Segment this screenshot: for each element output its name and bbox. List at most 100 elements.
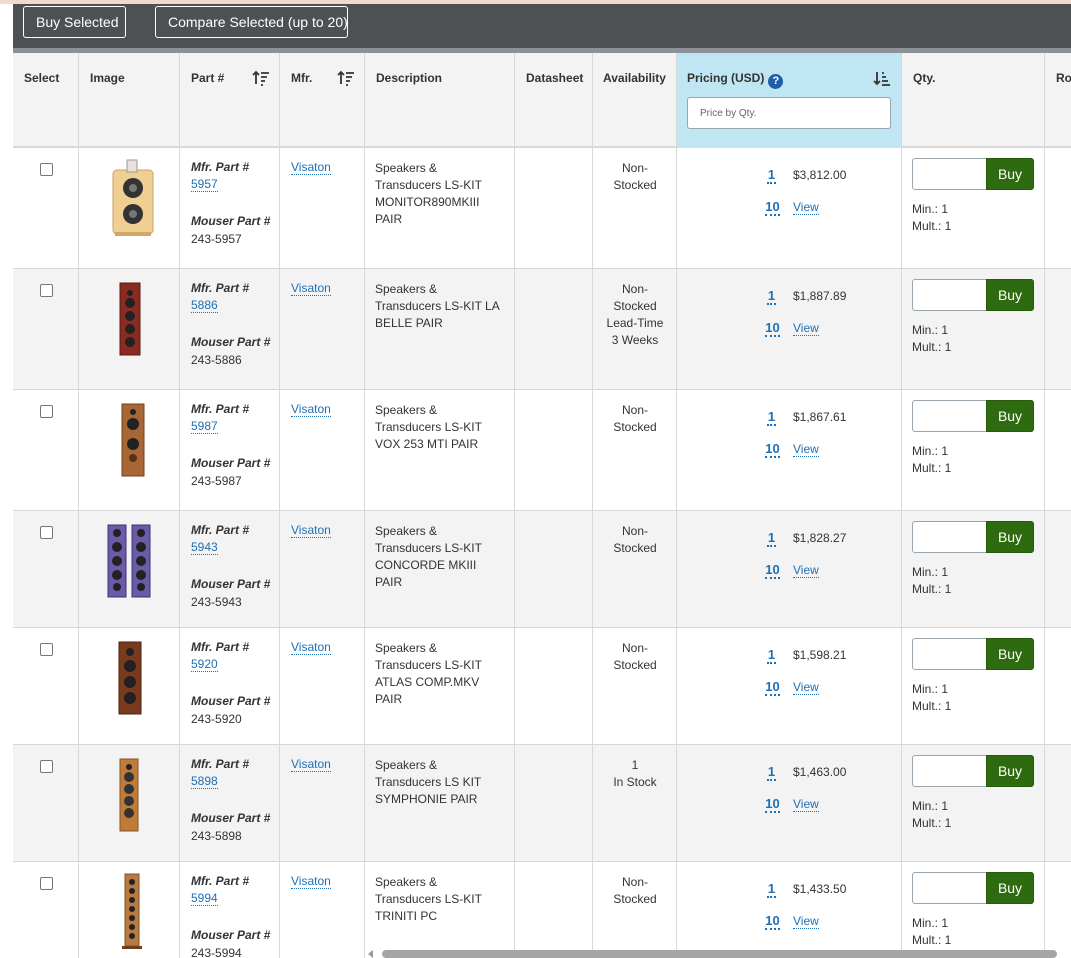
buy-button[interactable]: Buy: [986, 755, 1034, 787]
buy-button[interactable]: Buy: [986, 279, 1034, 311]
buy-button[interactable]: Buy: [986, 638, 1034, 670]
view-price-link[interactable]: View: [793, 200, 819, 215]
price-break-qty-10[interactable]: 10: [765, 913, 780, 930]
table-row: Mfr. Part # 5987 Mouser Part # 243-5987 Visa…: [13, 390, 1071, 511]
product-image[interactable]: [104, 521, 156, 604]
mfr-part-number-link[interactable]: 5994: [191, 891, 218, 906]
manufacturer-link[interactable]: Visaton: [291, 160, 331, 175]
quantity-input[interactable]: [912, 521, 988, 553]
price-break-qty-1[interactable]: 1: [767, 167, 776, 184]
buy-button[interactable]: Buy: [986, 521, 1034, 553]
price-break-qty-1[interactable]: 1: [767, 409, 776, 426]
row-select-checkbox[interactable]: [40, 284, 53, 297]
price-break-qty-1[interactable]: 1: [767, 647, 776, 664]
product-image[interactable]: [112, 400, 152, 483]
manufacturer-link[interactable]: Visaton: [291, 640, 331, 655]
quantity-input[interactable]: [912, 638, 988, 670]
cell-pricing: 1 $3,812.00 10 View: [677, 148, 902, 268]
mouser-part-label: Mouser Part #: [191, 335, 271, 349]
price-break-qty-10[interactable]: 10: [765, 199, 780, 216]
quantity-input[interactable]: [912, 279, 988, 311]
mfr-part-number-link[interactable]: 5943: [191, 540, 218, 555]
product-image[interactable]: [110, 638, 150, 721]
unit-price: $1,433.50: [793, 882, 847, 896]
product-description: Speakers & Transducers LS KIT SYMPHONIE PA…: [375, 757, 505, 808]
buy-button[interactable]: Buy: [986, 400, 1034, 432]
description-line: Transducers LS-KIT: [375, 658, 482, 672]
row-select-checkbox[interactable]: [40, 405, 53, 418]
multiple-qty: Mult.: 1: [912, 461, 952, 475]
row-select-checkbox[interactable]: [40, 877, 53, 890]
cell-image: [79, 269, 180, 389]
buy-selected-button[interactable]: Buy Selected: [23, 6, 126, 38]
mfr-part-number-link[interactable]: 5920: [191, 657, 218, 672]
row-select-checkbox[interactable]: [40, 163, 53, 176]
quantity-input[interactable]: [912, 872, 988, 904]
quantity-input[interactable]: [912, 755, 988, 787]
product-image[interactable]: [105, 158, 161, 241]
price-break-qty-10[interactable]: 10: [765, 679, 780, 696]
view-price-link[interactable]: View: [793, 563, 819, 578]
help-icon[interactable]: ?: [768, 74, 784, 89]
view-price-link[interactable]: View: [793, 442, 819, 457]
cell-qty: Buy Min.: 1 Mult.: 1: [902, 390, 1045, 510]
price-break-qty-10[interactable]: 10: [765, 441, 780, 458]
price-break-qty-1[interactable]: 1: [767, 530, 776, 547]
view-price-link[interactable]: View: [793, 797, 819, 812]
mouser-part-number: 243-5898: [191, 829, 242, 843]
price-break-qty-10[interactable]: 10: [765, 796, 780, 813]
price-break-qty-1[interactable]: 1: [767, 764, 776, 781]
buy-button[interactable]: Buy: [986, 158, 1034, 190]
product-image[interactable]: [104, 755, 154, 838]
multiple-qty: Mult.: 1: [912, 699, 952, 713]
description-line: Transducers LS-KIT: [375, 420, 482, 434]
description-line: PAIR: [375, 212, 403, 226]
cell-datasheet: [515, 628, 593, 744]
manufacturer-link[interactable]: Visaton: [291, 523, 331, 538]
minimum-qty: Min.: 1: [912, 682, 949, 696]
cell-part: Mfr. Part # 5987 Mouser Part # 243-5987: [180, 390, 280, 510]
mfr-part-number-link[interactable]: 5957: [191, 177, 218, 192]
view-price-link[interactable]: View: [793, 321, 819, 336]
manufacturer-link[interactable]: Visaton: [291, 402, 331, 417]
row-select-checkbox[interactable]: [40, 643, 53, 656]
minimum-qty: Min.: 1: [912, 916, 949, 930]
price-break-qty-1[interactable]: 1: [767, 288, 776, 305]
manufacturer-link[interactable]: Visaton: [291, 281, 331, 296]
header-pricing[interactable]: Pricing (USD)?: [677, 53, 902, 148]
horizontal-scrollbar[interactable]: [368, 950, 1060, 958]
row-select-checkbox[interactable]: [40, 526, 53, 539]
row-select-checkbox[interactable]: [40, 760, 53, 773]
mfr-part-number-link[interactable]: 5886: [191, 298, 218, 313]
product-image[interactable]: [108, 279, 152, 362]
buy-button[interactable]: Buy: [986, 872, 1034, 904]
table-row: Mfr. Part # 5994 Mouser Part # 243-5994 Visa…: [13, 862, 1071, 958]
description-line: PAIR: [375, 575, 403, 589]
sort-ascending-icon[interactable]: [337, 69, 355, 87]
sort-ascending-icon[interactable]: [252, 69, 270, 87]
sort-descending-icon[interactable]: [873, 69, 891, 87]
price-break-qty-10[interactable]: 10: [765, 320, 780, 337]
product-image[interactable]: [112, 872, 152, 955]
manufacturer-link[interactable]: Visaton: [291, 757, 331, 772]
manufacturer-link[interactable]: Visaton: [291, 874, 331, 889]
scrollbar-thumb[interactable]: [382, 950, 1057, 958]
cell-availability: Non- Stocked Lead-Time 3 Weeks: [593, 269, 677, 389]
view-price-link[interactable]: View: [793, 680, 819, 695]
compare-selected-button[interactable]: Compare Selected (up to 20): [155, 6, 348, 38]
scroll-left-arrow-icon[interactable]: [368, 950, 373, 958]
multiple-qty: Mult.: 1: [912, 340, 952, 354]
quantity-input[interactable]: [912, 400, 988, 432]
price-break-qty-1[interactable]: 1: [767, 881, 776, 898]
table-row: Mfr. Part # 5943 Mouser Part # 243-5943 Visa…: [13, 511, 1071, 628]
header-part-number[interactable]: Part #: [180, 53, 280, 148]
mfr-part-number-link[interactable]: 5987: [191, 419, 218, 434]
price-by-qty-input[interactable]: [687, 97, 891, 129]
view-price-link[interactable]: View: [793, 914, 819, 929]
price-break-qty-10[interactable]: 10: [765, 562, 780, 579]
header-manufacturer[interactable]: Mfr.: [280, 53, 365, 148]
mfr-part-number-link[interactable]: 5898: [191, 774, 218, 789]
mouser-part-label: Mouser Part #: [191, 214, 271, 228]
table-row: Mfr. Part # 5898 Mouser Part # 243-5898 Visa…: [13, 745, 1071, 862]
quantity-input[interactable]: [912, 158, 988, 190]
